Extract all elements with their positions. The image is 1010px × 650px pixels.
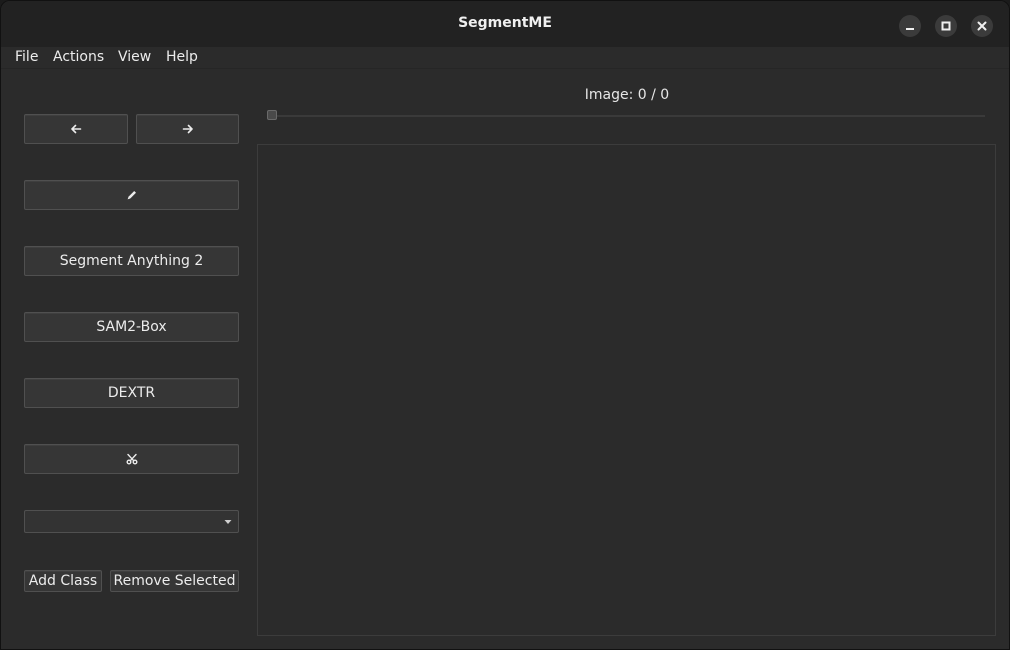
window-title: SegmentME xyxy=(458,15,552,31)
chevron-down-icon xyxy=(224,520,232,524)
image-slider-handle[interactable] xyxy=(267,110,277,120)
segment-anything-2-button[interactable]: Segment Anything 2 xyxy=(24,246,239,276)
pencil-icon xyxy=(127,191,136,200)
scissors-icon xyxy=(126,453,137,465)
maximize-button[interactable] xyxy=(935,15,957,37)
minimize-button[interactable] xyxy=(899,15,921,37)
dextr-button[interactable]: DEXTR xyxy=(24,378,239,408)
sam2-box-button[interactable]: SAM2-Box xyxy=(24,312,239,342)
minimize-icon xyxy=(906,28,914,30)
menu-view[interactable]: View xyxy=(118,47,151,68)
menu-file[interactable]: File xyxy=(15,47,38,68)
close-icon xyxy=(977,21,987,31)
class-select[interactable] xyxy=(24,510,239,533)
remove-selected-button[interactable]: Remove Selected xyxy=(110,570,239,592)
image-slider-track[interactable] xyxy=(269,115,985,117)
cut-button[interactable] xyxy=(24,444,239,474)
menu-actions[interactable]: Actions xyxy=(53,47,104,68)
previous-image-button[interactable] xyxy=(24,114,128,144)
add-class-button[interactable]: Add Class xyxy=(24,570,102,592)
next-image-button[interactable] xyxy=(136,114,239,144)
menu-help[interactable]: Help xyxy=(166,47,198,68)
menu-bar: File Actions View Help xyxy=(1,47,1009,69)
title-bar: SegmentME xyxy=(1,1,1009,47)
arrow-left-icon xyxy=(71,124,82,134)
maximize-icon xyxy=(941,21,951,31)
close-button[interactable] xyxy=(971,15,993,37)
image-canvas[interactable] xyxy=(257,144,996,636)
app-window: SegmentME File Actions View Help Segment… xyxy=(0,0,1010,650)
draw-polygon-button[interactable] xyxy=(24,180,239,210)
arrow-right-icon xyxy=(182,124,193,134)
image-counter: Image: 0 / 0 xyxy=(584,87,670,103)
